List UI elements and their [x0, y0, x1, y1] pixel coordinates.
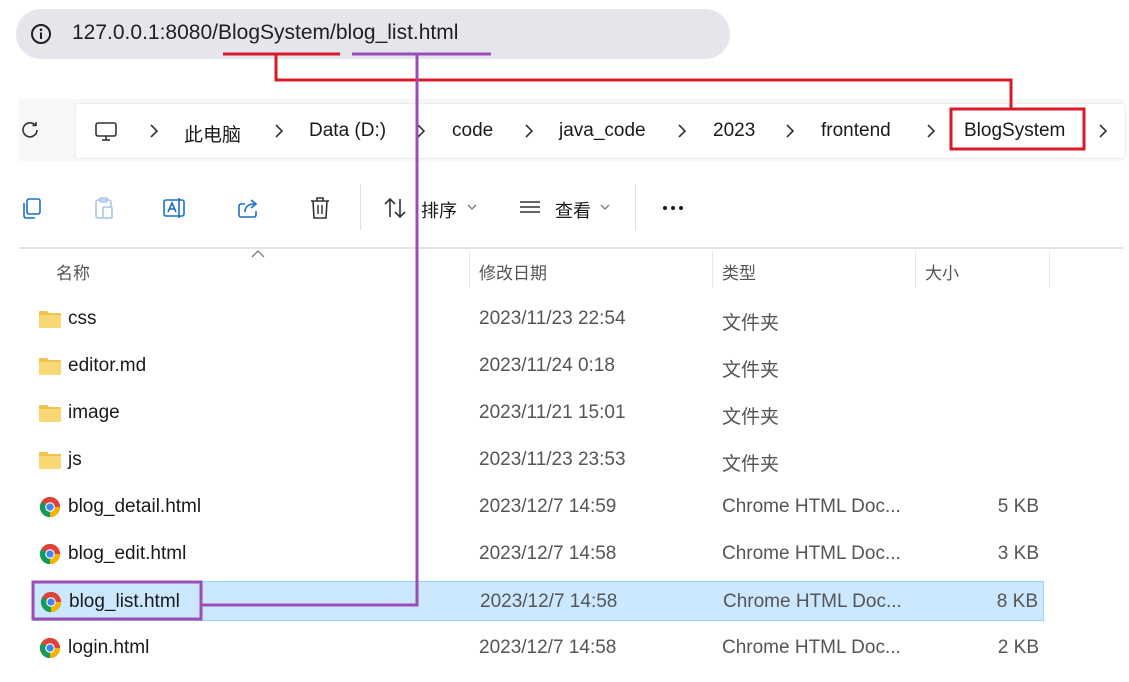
chrome-icon — [39, 637, 61, 659]
delete-icon[interactable] — [307, 195, 333, 221]
column-header-type[interactable]: 类型 — [722, 259, 756, 284]
file-name: login.html — [68, 637, 150, 658]
sort-ascending-icon — [251, 250, 265, 258]
chrome-icon — [39, 543, 61, 565]
column-separator[interactable] — [712, 252, 713, 288]
chevron-right-icon[interactable] — [523, 124, 535, 138]
file-type: 文件夹 — [722, 313, 780, 334]
chevron-right-icon[interactable] — [1097, 124, 1109, 138]
url-text[interactable]: 127.0.0.1:8080/BlogSystem/blog_list.html — [72, 21, 458, 45]
file-type: 文件夹 — [722, 454, 780, 475]
chevron-right-icon[interactable] — [148, 124, 160, 138]
breadcrumb-item-java-code[interactable]: java_code — [559, 120, 646, 142]
sort-icon[interactable] — [382, 195, 408, 221]
file-row[interactable]: editor.md 2023/11/24 0:18 文件夹 — [33, 346, 1044, 386]
file-date: 2023/11/24 0:18 — [479, 355, 615, 376]
chevron-right-icon[interactable] — [784, 124, 796, 138]
file-type: Chrome HTML Doc... — [722, 637, 901, 658]
url-host: 127.0.0.1:8080/ — [72, 21, 218, 44]
file-type: Chrome HTML Doc... — [722, 543, 901, 564]
file-row[interactable]: css 2023/11/23 22:54 文件夹 — [33, 299, 1044, 339]
file-date: 2023/11/21 15:01 — [479, 402, 626, 423]
file-type: Chrome HTML Doc... — [723, 591, 902, 612]
file-name: css — [68, 308, 97, 329]
file-date: 2023/12/7 14:58 — [480, 591, 618, 612]
command-bar: 排序 查看 — [19, 178, 1124, 236]
file-date: 2023/12/7 14:58 — [479, 543, 617, 564]
rename-icon[interactable] — [162, 195, 188, 221]
breadcrumb-item-code[interactable]: code — [452, 120, 493, 142]
folder-icon — [39, 405, 61, 422]
column-separator[interactable] — [1049, 252, 1050, 288]
toolbar-separator — [360, 184, 361, 230]
copy-icon[interactable] — [19, 195, 45, 221]
url-file: blog_list.html — [335, 21, 459, 44]
toolbar-separator — [635, 184, 636, 230]
chevron-right-icon[interactable] — [415, 124, 427, 138]
share-icon[interactable] — [235, 195, 261, 221]
file-name: blog_list.html — [69, 591, 180, 612]
column-header-date[interactable]: 修改日期 — [479, 259, 547, 284]
address-bar[interactable]: 127.0.0.1:8080/BlogSystem/blog_list.html — [16, 9, 730, 59]
chevron-down-icon[interactable] — [600, 203, 610, 211]
file-size: 2 KB — [997, 637, 1039, 658]
file-row-selected[interactable]: blog_list.html 2023/12/7 14:58 Chrome HT… — [33, 581, 1044, 621]
more-options-icon[interactable] — [660, 195, 686, 221]
file-date: 2023/11/23 23:53 — [479, 449, 626, 470]
toolbar-divider — [19, 247, 1124, 249]
file-row[interactable]: blog_detail.html 2023/12/7 14:59 Chrome … — [33, 487, 1044, 527]
file-row[interactable]: login.html 2023/12/7 14:58 Chrome HTML D… — [33, 628, 1044, 668]
breadcrumb[interactable]: 此电脑 Data (D:) code java_code 2023 fronte… — [75, 103, 1126, 159]
column-separator[interactable] — [469, 252, 470, 288]
file-type: 文件夹 — [722, 360, 780, 381]
file-name: blog_detail.html — [68, 496, 202, 517]
file-size: 8 KB — [996, 591, 1038, 612]
file-size: 5 KB — [997, 496, 1039, 517]
refresh-icon[interactable] — [19, 119, 41, 141]
file-name: image — [68, 402, 120, 423]
file-row[interactable]: js 2023/11/23 23:53 文件夹 — [33, 440, 1044, 480]
column-header-size[interactable]: 大小 — [925, 259, 959, 284]
breadcrumb-item-blogsystem[interactable]: BlogSystem — [964, 120, 1065, 142]
sort-button[interactable]: 排序 — [421, 197, 457, 223]
chevron-down-icon[interactable] — [467, 203, 477, 211]
info-icon[interactable] — [30, 23, 52, 45]
view-icon[interactable] — [517, 195, 543, 221]
view-button[interactable]: 查看 — [555, 197, 591, 223]
column-separator[interactable] — [915, 252, 916, 288]
breadcrumb-item-frontend[interactable]: frontend — [821, 120, 891, 142]
column-header-name[interactable]: 名称 — [56, 259, 90, 284]
chrome-icon — [40, 591, 62, 613]
file-date: 2023/12/7 14:59 — [479, 496, 617, 517]
folder-icon — [39, 358, 61, 375]
file-row[interactable]: image 2023/11/21 15:01 文件夹 — [33, 393, 1044, 433]
url-project: BlogSystem — [217, 21, 331, 44]
folder-icon — [39, 311, 61, 328]
chevron-right-icon[interactable] — [925, 124, 937, 138]
file-date: 2023/12/7 14:58 — [479, 637, 617, 658]
paste-icon[interactable] — [91, 195, 117, 221]
folder-icon — [39, 452, 61, 469]
computer-icon[interactable] — [94, 121, 118, 143]
file-name: blog_edit.html — [68, 543, 187, 564]
file-type: 文件夹 — [722, 407, 780, 428]
file-name: js — [68, 449, 82, 470]
explorer-navigation-bar: 此电脑 Data (D:) code java_code 2023 fronte… — [19, 99, 1126, 161]
file-row[interactable]: blog_edit.html 2023/12/7 14:58 Chrome HT… — [33, 534, 1044, 574]
breadcrumb-item-data-drive[interactable]: Data (D:) — [309, 120, 386, 142]
file-type: Chrome HTML Doc... — [722, 496, 901, 517]
file-name: editor.md — [68, 355, 147, 376]
breadcrumb-item-this-pc[interactable]: 此电脑 — [184, 120, 241, 147]
chevron-right-icon[interactable] — [676, 124, 688, 138]
chevron-right-icon[interactable] — [273, 124, 285, 138]
file-size: 3 KB — [997, 543, 1039, 564]
chrome-icon — [39, 496, 61, 518]
file-date: 2023/11/23 22:54 — [479, 308, 626, 329]
breadcrumb-item-2023[interactable]: 2023 — [713, 120, 755, 142]
